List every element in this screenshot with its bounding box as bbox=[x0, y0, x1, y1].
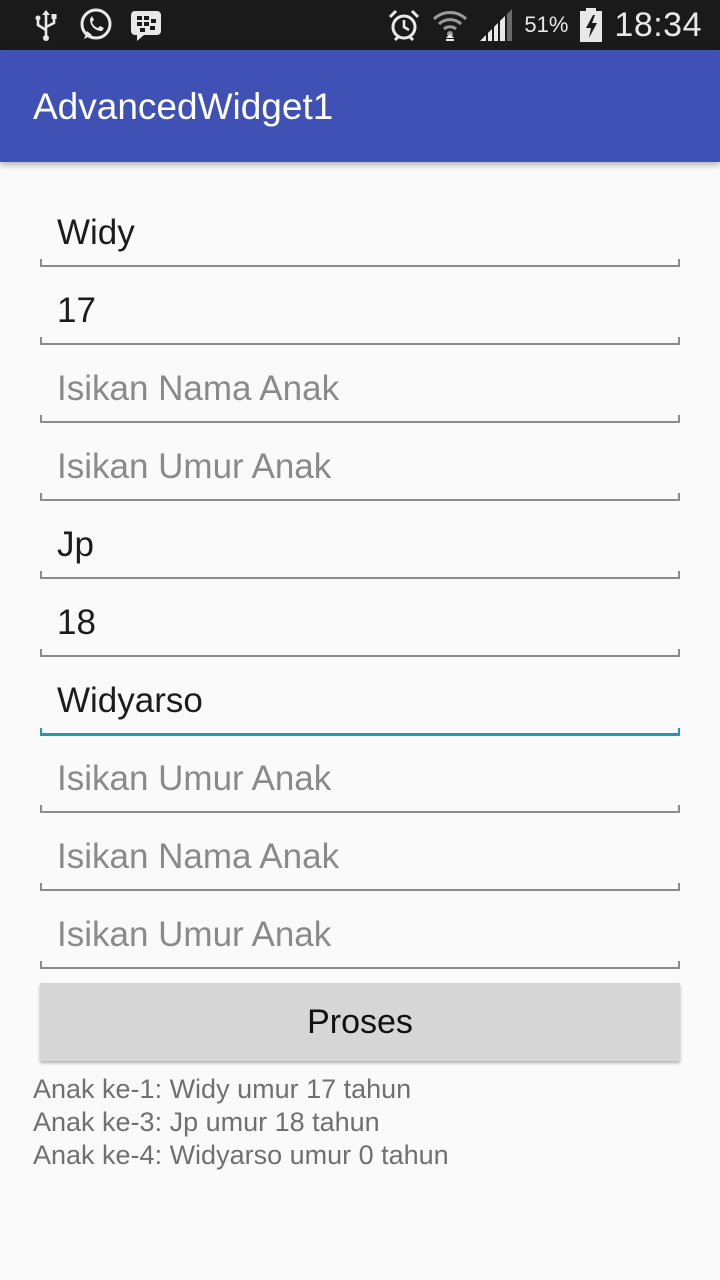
bbm-icon bbox=[128, 7, 164, 43]
field-underline bbox=[40, 883, 680, 891]
child-age-field-2 bbox=[40, 437, 680, 515]
field-underline bbox=[40, 493, 680, 501]
child-name-field-4 bbox=[40, 671, 680, 749]
app-title: AdvancedWidget1 bbox=[33, 86, 334, 127]
battery-icon bbox=[578, 7, 604, 43]
field-underline bbox=[40, 337, 680, 345]
child-name-field-2 bbox=[40, 359, 680, 437]
result-line: Anak ke-3: Jp umur 18 tahun bbox=[33, 1107, 380, 1137]
field-underline-focused bbox=[40, 728, 680, 736]
child-age-field-4 bbox=[40, 749, 680, 827]
field-underline bbox=[40, 571, 680, 579]
child-name-input-2[interactable] bbox=[40, 359, 680, 419]
child-age-input-5[interactable] bbox=[40, 905, 680, 965]
child-name-input-4[interactable] bbox=[40, 671, 680, 731]
field-underline bbox=[40, 415, 680, 423]
battery-percent: 51% bbox=[524, 12, 569, 37]
usb-icon bbox=[28, 7, 64, 43]
app-bar: AdvancedWidget1 bbox=[0, 50, 720, 162]
alarm-icon bbox=[386, 7, 422, 43]
child-name-field-1 bbox=[40, 203, 680, 281]
child-name-input-1[interactable] bbox=[40, 203, 680, 263]
child-name-input-3[interactable] bbox=[40, 515, 680, 575]
child-age-input-3[interactable] bbox=[40, 593, 680, 653]
child-age-field-3 bbox=[40, 593, 680, 671]
result-text: Anak ke-1: Widy umur 17 tahun Anak ke-3:… bbox=[33, 1073, 449, 1172]
field-underline bbox=[40, 805, 680, 813]
child-name-field-3 bbox=[40, 515, 680, 593]
child-age-input-2[interactable] bbox=[40, 437, 680, 497]
child-age-input-4[interactable] bbox=[40, 749, 680, 809]
child-name-input-5[interactable] bbox=[40, 827, 680, 887]
status-time: 18:34 bbox=[614, 5, 702, 44]
field-underline bbox=[40, 259, 680, 267]
child-age-field-1 bbox=[40, 281, 680, 359]
result-line: Anak ke-4: Widyarso umur 0 tahun bbox=[33, 1140, 449, 1170]
child-name-field-5 bbox=[40, 827, 680, 905]
child-age-input-1[interactable] bbox=[40, 281, 680, 341]
field-underline bbox=[40, 961, 680, 969]
child-age-field-5 bbox=[40, 905, 680, 983]
status-bar: 51% 18:34 bbox=[0, 0, 720, 50]
wifi-icon bbox=[432, 7, 468, 43]
result-line: Anak ke-1: Widy umur 17 tahun bbox=[33, 1074, 412, 1104]
proses-button[interactable]: Proses bbox=[40, 983, 680, 1061]
whatsapp-icon bbox=[78, 7, 114, 43]
signal-icon bbox=[478, 7, 514, 43]
field-underline bbox=[40, 649, 680, 657]
